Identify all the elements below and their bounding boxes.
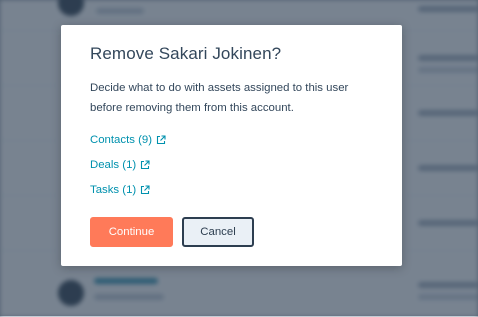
remove-user-dialog: Remove Sakari Jokinen? Decide what to do… <box>61 25 402 266</box>
tasks-link-label: Tasks (1) <box>90 183 137 196</box>
dialog-actions: Continue Cancel <box>90 217 254 247</box>
asset-links: Contacts (9) Deals (1) Tasks (1) <box>90 131 373 198</box>
contacts-link-label: Contacts (9) <box>90 133 153 146</box>
external-link-icon <box>141 159 150 169</box>
dialog-title: Remove Sakari Jokinen? <box>90 44 282 63</box>
external-link-icon <box>156 134 166 144</box>
contacts-link[interactable]: Contacts (9) <box>90 131 166 148</box>
continue-button[interactable]: Continue <box>90 217 173 247</box>
tasks-link[interactable]: Tasks (1) <box>90 181 150 198</box>
dialog-description: Decide what to do with assets assigned t… <box>90 82 349 114</box>
external-link-icon <box>141 184 150 194</box>
deals-link-label: Deals (1) <box>90 158 137 171</box>
cancel-button[interactable]: Cancel <box>182 217 254 247</box>
deals-link[interactable]: Deals (1) <box>90 156 150 173</box>
